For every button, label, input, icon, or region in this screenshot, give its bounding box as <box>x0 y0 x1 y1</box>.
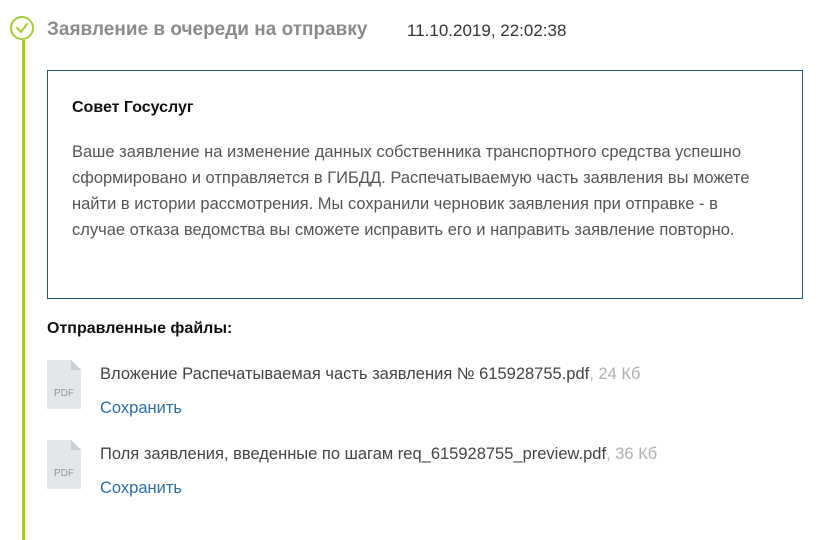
timeline-line <box>22 40 25 540</box>
file-name: Вложение Распечатываемая часть заявления… <box>100 363 640 385</box>
pdf-icon-label: PDF <box>54 388 74 399</box>
status-datetime: 11.10.2019, 22:02:38 <box>407 21 567 40</box>
pdf-icon-label: PDF <box>54 468 74 479</box>
save-link[interactable]: Сохранить <box>100 397 182 419</box>
file-item: PDF Поля заявления, введенные по шагам r… <box>47 440 787 500</box>
save-link[interactable]: Сохранить <box>100 477 182 499</box>
files-title: Отправленные файлы: <box>47 320 233 337</box>
file-name-text: Вложение Распечатываемая часть заявления… <box>100 365 590 383</box>
advice-box: Совет Госуслуг Ваше заявление на изменен… <box>47 70 803 299</box>
check-circle-icon <box>10 16 34 40</box>
file-size: , 24 Кб <box>589 365 641 383</box>
advice-text: Ваше заявление на изменение данных собст… <box>72 143 750 239</box>
advice-title: Совет Госуслуг <box>72 99 194 116</box>
file-name: Поля заявления, введенные по шагам req_6… <box>100 443 657 465</box>
pdf-file-icon: PDF <box>47 360 81 409</box>
status-title: Заявление в очереди на отправку <box>47 19 368 40</box>
pdf-file-icon: PDF <box>47 440 81 489</box>
file-size: , 36 Кб <box>606 445 658 463</box>
file-name-text: Поля заявления, введенные по шагам req_6… <box>100 445 607 463</box>
file-item: PDF Вложение Распечатываемая часть заявл… <box>47 360 787 420</box>
